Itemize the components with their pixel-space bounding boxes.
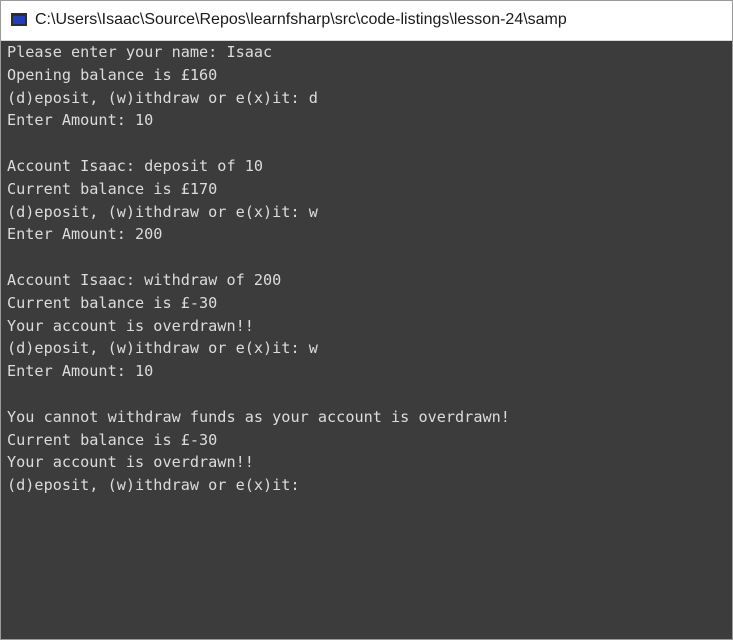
window-title: C:\Users\Isaac\Source\Repos\learnfsharp\… bbox=[35, 11, 567, 28]
console-line: Enter Amount: 10 bbox=[7, 362, 154, 381]
console-window-icon[interactable] bbox=[11, 13, 27, 26]
console-line: Current balance is £-30 bbox=[7, 293, 218, 312]
console-line: Opening balance is £160 bbox=[7, 65, 218, 84]
console-window: C:\Users\Isaac\Source\Repos\learnfsharp\… bbox=[0, 0, 733, 640]
console-line: Account Isaac: withdraw of 200 bbox=[7, 270, 282, 289]
console-line: Your account is overdrawn!! bbox=[7, 316, 254, 335]
console-line: Enter Amount: 10 bbox=[7, 111, 154, 130]
console-line: Account Isaac: deposit of 10 bbox=[7, 156, 264, 175]
console-line: Enter Amount: 200 bbox=[7, 225, 163, 244]
console-prompt-line[interactable]: (d)eposit, (w)ithdraw or e(x)it: bbox=[7, 474, 732, 497]
console-line: (d)eposit, (w)ithdraw or e(x)it: d bbox=[7, 88, 318, 107]
console-line: You cannot withdraw funds as your accoun… bbox=[7, 407, 510, 426]
console-line: (d)eposit, (w)ithdraw or e(x)it: w bbox=[7, 202, 318, 221]
title-bar[interactable]: C:\Users\Isaac\Source\Repos\learnfsharp\… bbox=[1, 1, 732, 41]
console-line: Please enter your name: Isaac bbox=[7, 43, 273, 61]
console-line: Current balance is £170 bbox=[7, 179, 218, 198]
console-line: Current balance is £-30 bbox=[7, 430, 218, 449]
console-output[interactable]: Please enter your name: Isaac Opening ba… bbox=[1, 41, 732, 639]
console-line: (d)eposit, (w)ithdraw or e(x)it: w bbox=[7, 339, 318, 358]
console-line: Your account is overdrawn!! bbox=[7, 453, 254, 472]
